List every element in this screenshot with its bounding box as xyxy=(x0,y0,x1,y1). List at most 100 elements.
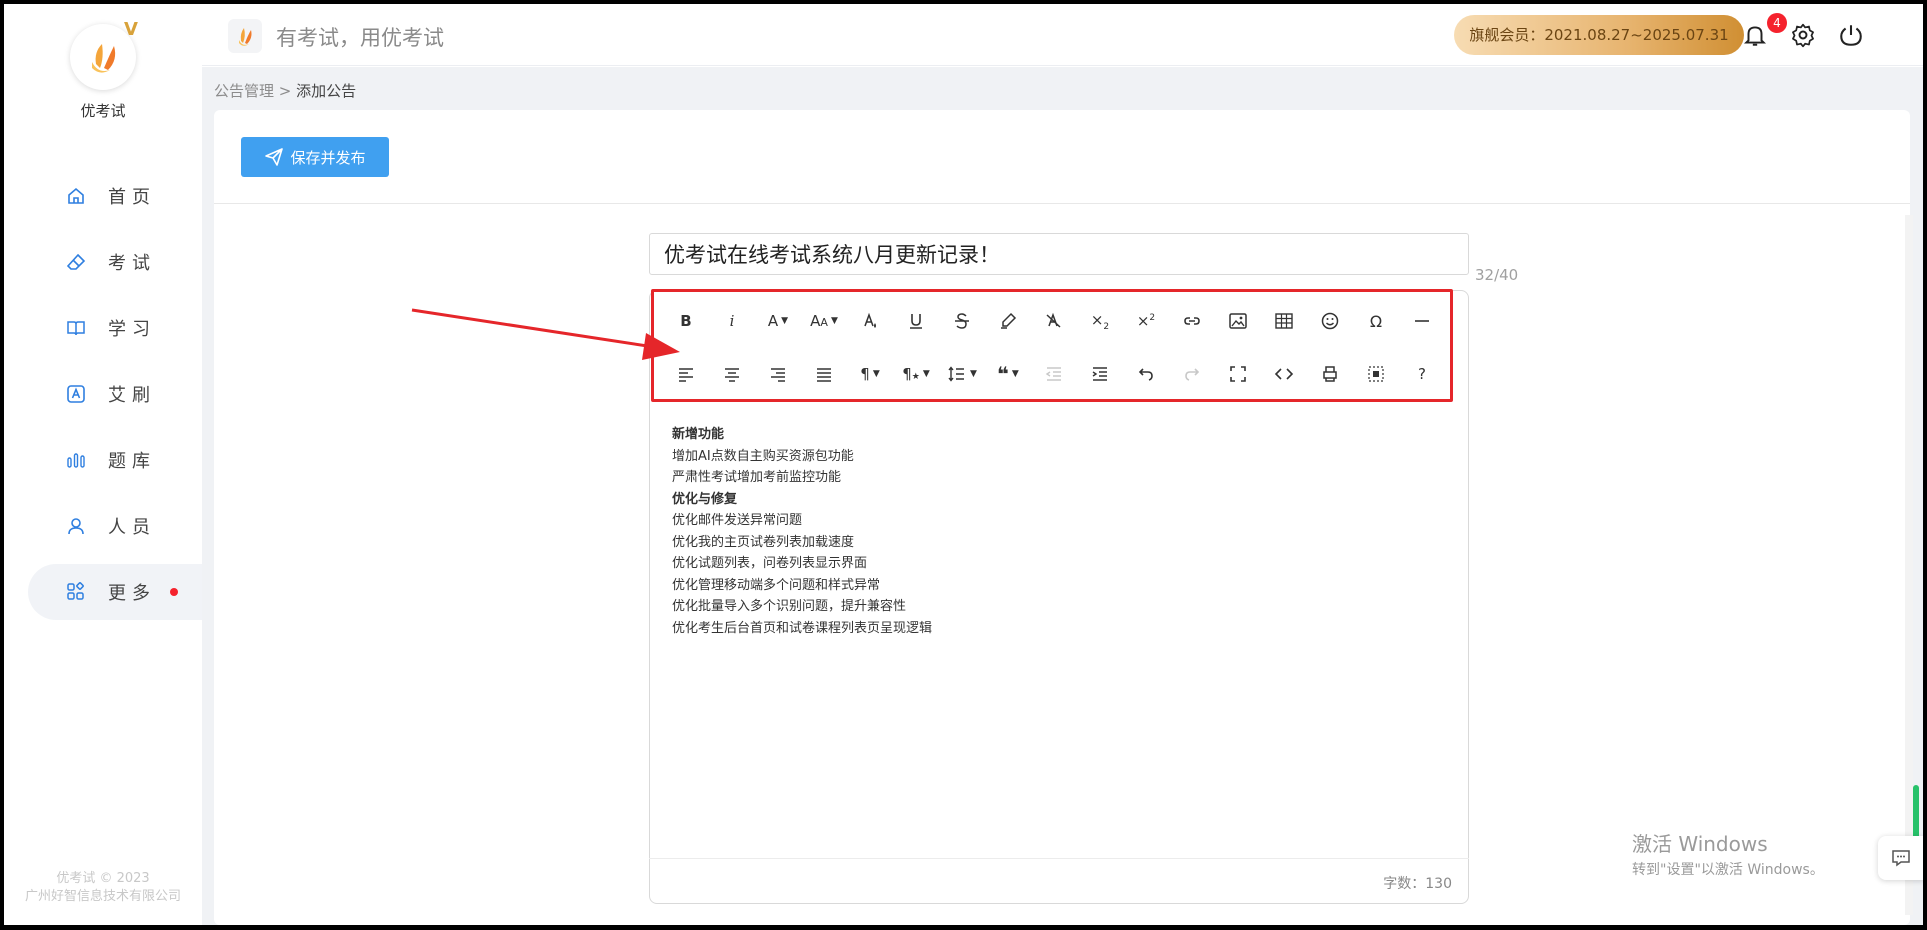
outdent-button[interactable] xyxy=(1031,360,1077,388)
caret-down-icon: ▼ xyxy=(872,369,880,379)
sidebar-item-people[interactable]: 人员 xyxy=(28,498,202,554)
smiley-icon xyxy=(1321,312,1339,330)
line-height-button[interactable]: ▼ xyxy=(939,360,985,388)
caret-down-icon: ▼ xyxy=(1011,369,1019,379)
breadcrumb-current: 添加公告 xyxy=(296,82,357,100)
subscript-icon: ×2 xyxy=(1090,310,1110,332)
undo-icon xyxy=(1138,368,1153,381)
emoji-button[interactable] xyxy=(1307,307,1353,335)
gear-icon[interactable] xyxy=(1790,22,1816,48)
breadcrumb-separator: > xyxy=(274,82,297,100)
watermark-title: 激活 Windows xyxy=(1632,832,1768,856)
save-and-publish-button[interactable]: 保存并发布 xyxy=(241,137,389,177)
brand-name: 优考试 xyxy=(80,102,126,120)
notification-count: 4 xyxy=(1767,13,1787,33)
sidebar-item-label: 首页 xyxy=(108,187,156,208)
font-size-icon: AA xyxy=(810,312,828,330)
eraser-icon xyxy=(66,253,86,270)
sidebar-item-label: 学习 xyxy=(108,319,156,340)
underline-button[interactable] xyxy=(893,307,939,335)
title-input[interactable] xyxy=(649,233,1469,275)
breadcrumb: 公告管理 > 添加公告 xyxy=(214,80,356,101)
breadcrumb-parent[interactable]: 公告管理 xyxy=(214,82,274,100)
undo-button[interactable] xyxy=(1123,360,1169,388)
align-left-icon xyxy=(679,368,693,382)
sidebar-item-study[interactable]: 学习 xyxy=(28,300,202,356)
sidebar-item-more[interactable]: 更多 xyxy=(28,564,202,620)
highlight-button[interactable] xyxy=(985,307,1031,335)
special-char-button[interactable]: Ω xyxy=(1353,307,1399,335)
question-mark-icon: ? xyxy=(1418,365,1426,383)
subscript-button[interactable]: ×2 xyxy=(1077,307,1123,335)
new-dot xyxy=(170,588,178,596)
blockquote-button[interactable]: ❝ ▼ xyxy=(985,360,1031,388)
annotation-arrow-icon xyxy=(411,308,680,360)
paper-plane-icon xyxy=(265,148,284,166)
font-color-button[interactable] xyxy=(847,307,893,335)
page-scrollbar-track[interactable] xyxy=(1905,215,1913,915)
sidebar-item-label: 考试 xyxy=(108,253,156,274)
vip-crown-icon: V xyxy=(124,19,138,40)
align-right-button[interactable] xyxy=(755,360,801,388)
print-button[interactable] xyxy=(1307,360,1353,388)
indent-button[interactable] xyxy=(1077,360,1123,388)
feedback-button[interactable] xyxy=(1878,836,1924,880)
content-line: 优化试题列表，问卷列表显示界面 xyxy=(672,556,868,571)
italic-button[interactable]: i xyxy=(709,307,755,335)
font-size-button[interactable]: AA ▼ xyxy=(801,307,847,335)
select-all-icon xyxy=(1368,366,1384,382)
copyright: 优考试 © 2023 广州好智信息技术有限公司 xyxy=(4,870,202,906)
header-logo[interactable] xyxy=(228,19,262,53)
power-icon[interactable] xyxy=(1838,22,1864,48)
title-char-counter: 32/40 xyxy=(1475,266,1519,284)
link-button[interactable] xyxy=(1169,307,1215,335)
fullscreen-icon xyxy=(1230,366,1246,382)
select-all-button[interactable] xyxy=(1353,360,1399,388)
paragraph-style-icon: ¶★ xyxy=(902,365,920,383)
caret-down-icon: ▼ xyxy=(830,316,838,326)
fullscreen-button[interactable] xyxy=(1215,360,1261,388)
sidebar-item-question-bank[interactable]: 题库 xyxy=(28,432,202,488)
font-color-icon xyxy=(864,312,876,328)
image-button[interactable] xyxy=(1215,307,1261,335)
word-count: 字数：130 xyxy=(1383,876,1452,892)
quote-icon: ❝ xyxy=(997,362,1009,386)
clear-format-button[interactable] xyxy=(1031,307,1077,335)
font-family-button[interactable]: A ▼ xyxy=(755,307,801,335)
underline-icon xyxy=(910,314,922,329)
superscript-icon: ×2 xyxy=(1136,312,1156,330)
help-button[interactable]: ? xyxy=(1399,360,1445,388)
logo-icon xyxy=(239,28,252,46)
outdent-icon xyxy=(1045,367,1061,381)
letter-a-icon xyxy=(67,385,85,403)
brand-logo[interactable]: V xyxy=(70,19,138,90)
bell-icon[interactable] xyxy=(1742,22,1768,48)
image-icon xyxy=(1229,313,1247,329)
sidebar-item-home[interactable]: 首页 xyxy=(28,168,202,224)
sidebar-item-exam[interactable]: 考试 xyxy=(28,234,202,290)
align-center-button[interactable] xyxy=(709,360,755,388)
line-height-icon xyxy=(948,366,965,382)
clear-format-icon xyxy=(1046,312,1061,328)
windows-activation-watermark: 激活 Windows 转到"设置"以激活 Windows。 xyxy=(1632,828,1824,879)
top-header: 有考试，用优考试 旗舰会员：2021.08.27~2025.07.31 4 xyxy=(202,4,1923,66)
sidebar-item-aishua[interactable]: 艾刷 xyxy=(28,366,202,422)
redo-button[interactable] xyxy=(1169,360,1215,388)
book-icon xyxy=(67,321,85,336)
italic-icon: i xyxy=(729,312,735,330)
paragraph-button[interactable]: ¶ ▼ xyxy=(847,360,893,388)
justify-button[interactable] xyxy=(801,360,847,388)
pilcrow-icon: ¶ xyxy=(860,365,870,383)
membership-badge[interactable]: 旗舰会员：2021.08.27~2025.07.31 xyxy=(1454,15,1744,55)
horizontal-rule-icon xyxy=(1415,320,1429,322)
table-button[interactable] xyxy=(1261,307,1307,335)
source-code-button[interactable] xyxy=(1261,360,1307,388)
editor-content[interactable]: 新增功能 增加AI点数自主购买资源包功能 严肃性考试增加考前监控功能 优化与修复 优化邮… xyxy=(672,424,1432,639)
horizontal-rule-button[interactable] xyxy=(1399,307,1445,335)
paragraph-style-button[interactable]: ¶★ ▼ xyxy=(893,360,939,388)
caret-down-icon: ▼ xyxy=(922,369,930,379)
watermark-subtitle: 转到"设置"以激活 Windows。 xyxy=(1632,862,1824,878)
link-icon xyxy=(1184,317,1200,325)
superscript-button[interactable]: ×2 xyxy=(1123,307,1169,335)
strikethrough-button[interactable] xyxy=(939,307,985,335)
